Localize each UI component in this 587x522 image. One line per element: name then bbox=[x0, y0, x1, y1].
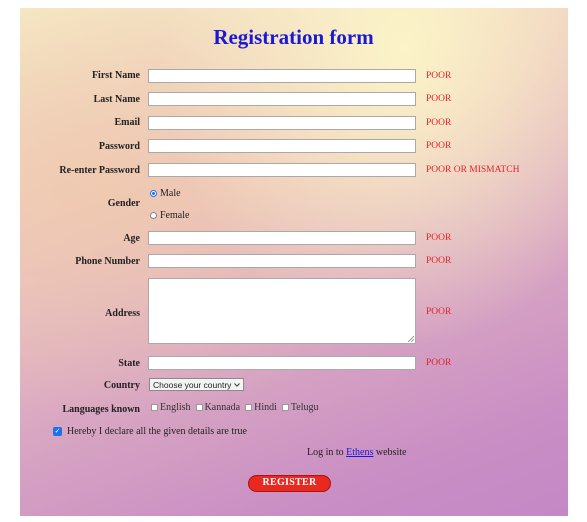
phone-number-status: POOR bbox=[426, 256, 452, 266]
password-label: Password bbox=[98, 141, 140, 152]
declaration-checkbox[interactable]: ✓ Hereby I declare all the given details… bbox=[53, 426, 247, 437]
country-label: Country bbox=[103, 380, 140, 391]
first-name-input[interactable] bbox=[148, 69, 416, 83]
resize-handle-icon[interactable] bbox=[408, 336, 414, 342]
language-option-label: Telugu bbox=[290, 402, 319, 413]
gender-label: Gender bbox=[107, 198, 140, 209]
first-name-label: First Name bbox=[91, 70, 140, 81]
language-kannada-checkbox[interactable]: Kannada bbox=[195, 402, 241, 413]
ethens-link[interactable]: Ethens bbox=[346, 447, 373, 458]
checkbox-checked-icon: ✓ bbox=[53, 427, 62, 436]
language-option-label: English bbox=[160, 402, 191, 413]
phone-number-input[interactable] bbox=[148, 254, 416, 268]
state-status: POOR bbox=[426, 358, 452, 368]
language-telugu-checkbox[interactable]: Telugu bbox=[281, 402, 319, 413]
login-suffix: website bbox=[375, 447, 407, 458]
age-input[interactable] bbox=[148, 231, 416, 245]
address-textarea[interactable] bbox=[148, 278, 416, 344]
checkbox-icon bbox=[151, 404, 158, 411]
register-button[interactable]: REGISTER bbox=[248, 475, 331, 492]
radio-empty-icon bbox=[150, 212, 157, 219]
radio-selected-icon bbox=[150, 190, 157, 197]
age-status: POOR bbox=[426, 233, 452, 243]
login-prefix: Log in to bbox=[307, 447, 344, 458]
email-input[interactable] bbox=[148, 116, 416, 130]
language-english-checkbox[interactable]: English bbox=[151, 402, 191, 413]
email-label: Email bbox=[114, 117, 140, 128]
last-name-label: Last Name bbox=[93, 94, 140, 105]
page-title: Registration form bbox=[213, 25, 374, 49]
last-name-input[interactable] bbox=[148, 92, 416, 106]
languages-group: English Kannada Hindi Telugu bbox=[151, 402, 319, 413]
password-status: POOR bbox=[426, 141, 452, 151]
first-name-status: POOR bbox=[426, 71, 452, 81]
gender-female-radio[interactable]: Female bbox=[150, 210, 189, 221]
state-label: State bbox=[118, 358, 140, 369]
address-status: POOR bbox=[426, 307, 452, 317]
state-input[interactable] bbox=[148, 356, 416, 370]
age-label: Age bbox=[123, 233, 140, 244]
reenter-password-input[interactable] bbox=[148, 163, 416, 177]
languages-label: Languages known bbox=[62, 404, 140, 415]
language-option-label: Kannada bbox=[204, 402, 241, 413]
gender-male-label: Male bbox=[160, 188, 181, 199]
checkbox-icon bbox=[281, 404, 289, 411]
declaration-text: Hereby I declare all the given details a… bbox=[67, 426, 247, 437]
phone-number-label: Phone Number bbox=[75, 256, 140, 267]
chevron-down-icon bbox=[234, 382, 241, 387]
checkbox-icon bbox=[195, 404, 203, 411]
reenter-password-status: POOR OR MISMATCH bbox=[426, 165, 520, 175]
address-label: Address bbox=[105, 308, 140, 319]
email-status: POOR bbox=[426, 118, 452, 128]
password-input[interactable] bbox=[148, 139, 416, 153]
country-select[interactable]: Choose your country bbox=[149, 378, 245, 391]
login-line: Log in to Ethens website bbox=[307, 447, 406, 458]
reenter-password-label: Re-enter Password bbox=[59, 165, 140, 176]
gender-male-radio[interactable]: Male bbox=[150, 188, 181, 199]
country-selected-value: Choose your country bbox=[153, 379, 232, 390]
gender-female-label: Female bbox=[160, 210, 190, 221]
language-hindi-checkbox[interactable]: Hindi bbox=[245, 402, 277, 413]
checkbox-icon bbox=[245, 404, 253, 411]
language-option-label: Hindi bbox=[254, 402, 277, 413]
last-name-status: POOR bbox=[426, 94, 452, 104]
